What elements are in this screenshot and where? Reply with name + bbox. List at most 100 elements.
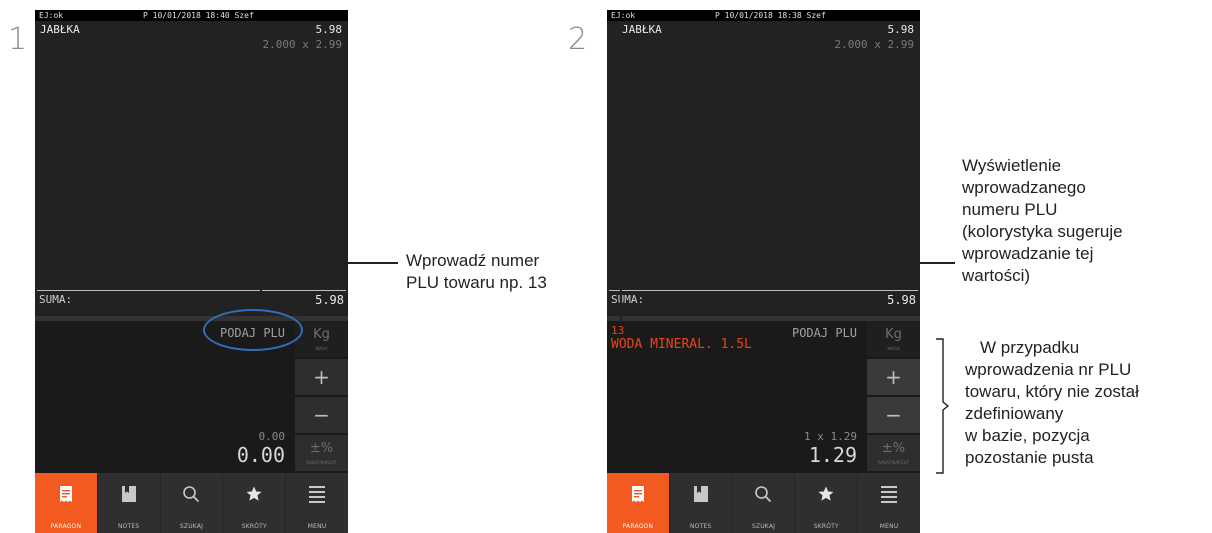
discount-button[interactable]: ±% RABAT/NARZUT [295,435,348,471]
notes-icon [121,486,136,502]
weight-label: WAGA [887,346,900,351]
ej-status: EJ:ok [611,11,636,20]
nav-search[interactable]: SZUKAJ [161,473,224,533]
nav-shortcuts[interactable]: SKRÓTY [795,473,859,533]
pos-screen-2: EJ:ok P 10/01/2018 18:38 Szef JABŁKA 5.9… [607,10,920,533]
menu-icon [309,486,326,503]
sum-divider [609,290,918,291]
sum-value: 5.98 [315,293,344,307]
nav-notes-label: NOTES [689,523,712,530]
nav-search-label: SZUKAJ [179,523,204,530]
discount-symbol: ±% [881,441,906,456]
step-number-1: 1 [8,22,28,57]
entry-quantity: 0.00 [258,430,286,443]
receipt-item-detail: 2.000 x 2.99 [262,38,342,51]
minus-button[interactable]: − [295,397,348,433]
search-icon [755,486,772,503]
bottom-nav: PARAGON NOTES SZUKAJ SKRÓTY MENU [607,473,920,533]
weight-label: WAGA [315,346,328,351]
entry-panel[interactable]: 13 PODAJ PLU WODA MINERAL. 1.5L 1 x 1.29… [607,321,865,473]
nav-paragon-label: PARAGON [622,523,654,530]
weight-button[interactable]: Kg WAGA [295,321,348,357]
discount-button[interactable]: ±% RABAT/NARZUT [867,435,920,471]
minus-icon: − [885,403,902,427]
notes-icon [693,486,708,502]
entry-quantity: 1 x 1.29 [804,430,857,443]
callout-line-horizontal-1 [260,262,398,264]
annotation-line: W przypadku [980,338,1080,357]
nav-search[interactable]: SZUKAJ [733,473,796,533]
nav-menu-label: MENU [879,523,899,530]
nav-paragon[interactable]: PARAGON [35,473,98,533]
annotation-line: (kolorystyka sugeruje [962,222,1123,241]
receipt-item-price: 5.98 [887,23,915,36]
status-bar: EJ:ok P 10/01/2018 18:38 Szef [607,10,920,21]
receipt-item-name: JABŁKA [622,23,662,36]
entry-total: 1.29 [808,443,857,467]
nav-search-label: SZUKAJ [751,523,776,530]
nav-notes-label: NOTES [117,523,140,530]
bottom-nav: PARAGON NOTES SZUKAJ SKRÓTY MENU [35,473,348,533]
annotation-line: zdefiniowany [965,404,1064,423]
receipt-item-price: 5.98 [315,23,343,36]
receipt-item-name: JABŁKA [40,23,80,36]
step-number-2: 2 [568,22,588,57]
plu-code: 13 [611,324,625,337]
sum-label: SUMA: [611,293,645,306]
weight-symbol: Kg [885,327,902,342]
annotation-line: wprowadzanie tej [962,244,1094,263]
nav-paragon[interactable]: PARAGON [607,473,670,533]
annotation-line: wprowadzanego [962,178,1086,197]
weight-button[interactable]: Kg WAGA [867,321,920,357]
annotation-line: Wprowadź numer [406,251,540,270]
nav-paragon-label: PARAGON [50,523,82,530]
side-buttons: Kg WAGA + − ±% RABAT/NARZUT [293,321,348,473]
plus-button[interactable]: + [295,359,348,395]
callout-line-horizontal-2 [620,262,955,264]
minus-button[interactable]: − [867,397,920,433]
annotation-undefined-hint: W przypadku wprowadzenia nr PLU towaru, … [965,337,1212,469]
star-icon [246,486,262,501]
callout-line-vertical-1 [260,262,262,309]
nav-shortcuts-label: SKRÓTY [813,523,839,530]
annotation-plu-hint: Wprowadź numer PLU towaru np. 13 [406,250,596,294]
sum-divider [37,290,346,291]
bracket [936,338,950,474]
star-icon [818,486,834,501]
discount-symbol: ±% [309,441,334,456]
ej-status: EJ:ok [39,11,64,20]
plu-prompt: PODAJ PLU [791,326,857,340]
minus-icon: − [313,403,330,427]
discount-label: RABAT/NARZUT [878,460,909,465]
entry-total: 0.00 [236,443,285,467]
annotation-line: PLU towaru np. 13 [406,273,547,292]
nav-menu-label: MENU [307,523,327,530]
annotation-line: wartości) [962,266,1031,285]
highlight-ellipse [203,309,303,351]
plus-button[interactable]: + [867,359,920,395]
datetime-user: P 10/01/2018 18:38 Szef [715,11,826,20]
nav-notes[interactable]: NOTES [98,473,161,533]
nav-menu[interactable]: MENU [286,473,348,533]
nav-shortcuts-label: SKRÓTY [241,523,267,530]
annotation-line: numeru PLU [962,200,1058,219]
annotation-line: wprowadzenia nr PLU [965,360,1132,379]
annotation-line: towaru, który nie został [965,382,1139,401]
callout-line-vertical-2 [620,262,622,322]
nav-menu[interactable]: MENU [858,473,920,533]
annotation-line: pozostanie pusta [965,448,1094,467]
sum-value: 5.98 [887,293,916,307]
receipt-icon [59,486,72,502]
nav-notes[interactable]: NOTES [670,473,733,533]
status-bar: EJ:ok P 10/01/2018 18:40 Szef [35,10,348,21]
entry-item-name: WODA MINERAL. 1.5L [611,337,752,352]
annotation-display-hint: Wyświetlenie wprowadzanego numeru PLU (k… [962,155,1207,287]
datetime-user: P 10/01/2018 18:40 Szef [143,11,254,20]
weight-symbol: Kg [313,327,330,342]
nav-shortcuts[interactable]: SKRÓTY [223,473,287,533]
plus-icon: + [885,365,902,389]
sum-label: SUMA: [39,293,73,306]
annotation-line: Wyświetlenie [962,156,1062,175]
side-buttons: Kg WAGA + − ±% RABAT/NARZUT [865,321,920,473]
pos-screen-1: EJ:ok P 10/01/2018 18:40 Szef JABŁKA 5.9… [35,10,348,533]
